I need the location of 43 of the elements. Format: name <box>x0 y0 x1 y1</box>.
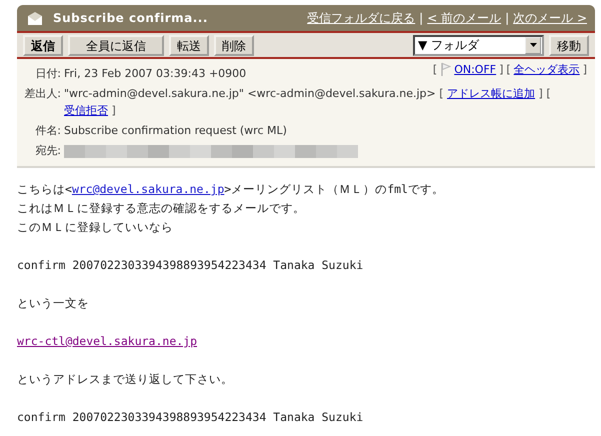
bracket: ] <box>582 63 587 76</box>
message-line: という一文を <box>17 295 90 312</box>
header-label: 日付: <box>34 66 61 82</box>
header-label: 差出人: <box>23 86 61 102</box>
move-button[interactable]: 移動 <box>549 34 589 56</box>
email-link[interactable]: wrc-ctl@devel.sakura.ne.jp <box>17 334 198 348</box>
toolbar-button[interactable]: 転送 <box>169 34 209 56</box>
header-label: 宛先: <box>34 143 61 159</box>
email-link[interactable]: wrc@devel.sakura.ne.jp <box>72 182 224 196</box>
separator: | <box>419 11 424 25</box>
header-label: 件名: <box>34 123 61 139</box>
nav-link[interactable]: 次のメール > <box>513 10 587 26</box>
message-line: このＭＬに登録していいなら <box>17 219 174 236</box>
folder-select[interactable]: ▼ フォルダ <box>413 34 544 56</box>
message-line: というアドレスまで送り返して下さい。 <box>17 371 234 388</box>
bracket: [ <box>432 63 438 76</box>
message-line: これはＭＬに登録する意志の確認をするメールです。 <box>17 200 306 217</box>
bracket: [ <box>506 63 511 76</box>
bracket: ] <box>538 87 543 100</box>
message-line: confirm 2007022303394398893954223434 Tanaka Suzuki <box>17 257 364 274</box>
header-link[interactable]: 全ヘッダ表示 <box>514 62 580 77</box>
bracket: ] <box>499 63 504 76</box>
bracket: ] <box>112 104 116 117</box>
header-value: Subscribe confirmation request (wrc ML) <box>64 124 287 137</box>
message-line: こちらは<wrc@devel.sakura.ne.jp>メーリングリスト（ＭＬ）のfmlです。 <box>17 181 445 198</box>
header-value: "wrc-admin@devel.sakura.ne.jp" <wrc-admin@devel.sakura.ne.jp> <box>64 87 436 100</box>
toolbar-button[interactable]: 削除 <box>214 34 254 56</box>
flag-icon <box>440 62 452 77</box>
separator: | <box>505 11 510 25</box>
toolbar-button[interactable]: 全員に返信 <box>68 34 164 56</box>
toolbar-button[interactable]: 返信 <box>23 34 63 56</box>
nav-link[interactable]: 受信フォルダに戻る <box>307 10 416 26</box>
envelope-icon <box>27 10 43 26</box>
header-link[interactable]: ON:OFF <box>454 63 496 76</box>
nav-link[interactable]: < 前のメール <box>427 10 502 26</box>
header-value: Fri, 23 Feb 2007 03:39:43 +0900 <box>64 67 246 80</box>
message-line: confirm 2007022303394398893954223434 Tanaka Suzuki <box>17 409 364 426</box>
header-link[interactable]: アドレス帳に追加 <box>447 87 536 100</box>
bracket: [ <box>546 87 551 100</box>
header-link[interactable]: 受信拒否 <box>64 104 108 117</box>
message-title: Subscribe confirma... <box>53 11 208 25</box>
bracket: [ <box>439 87 444 100</box>
caret-icon <box>528 41 538 49</box>
